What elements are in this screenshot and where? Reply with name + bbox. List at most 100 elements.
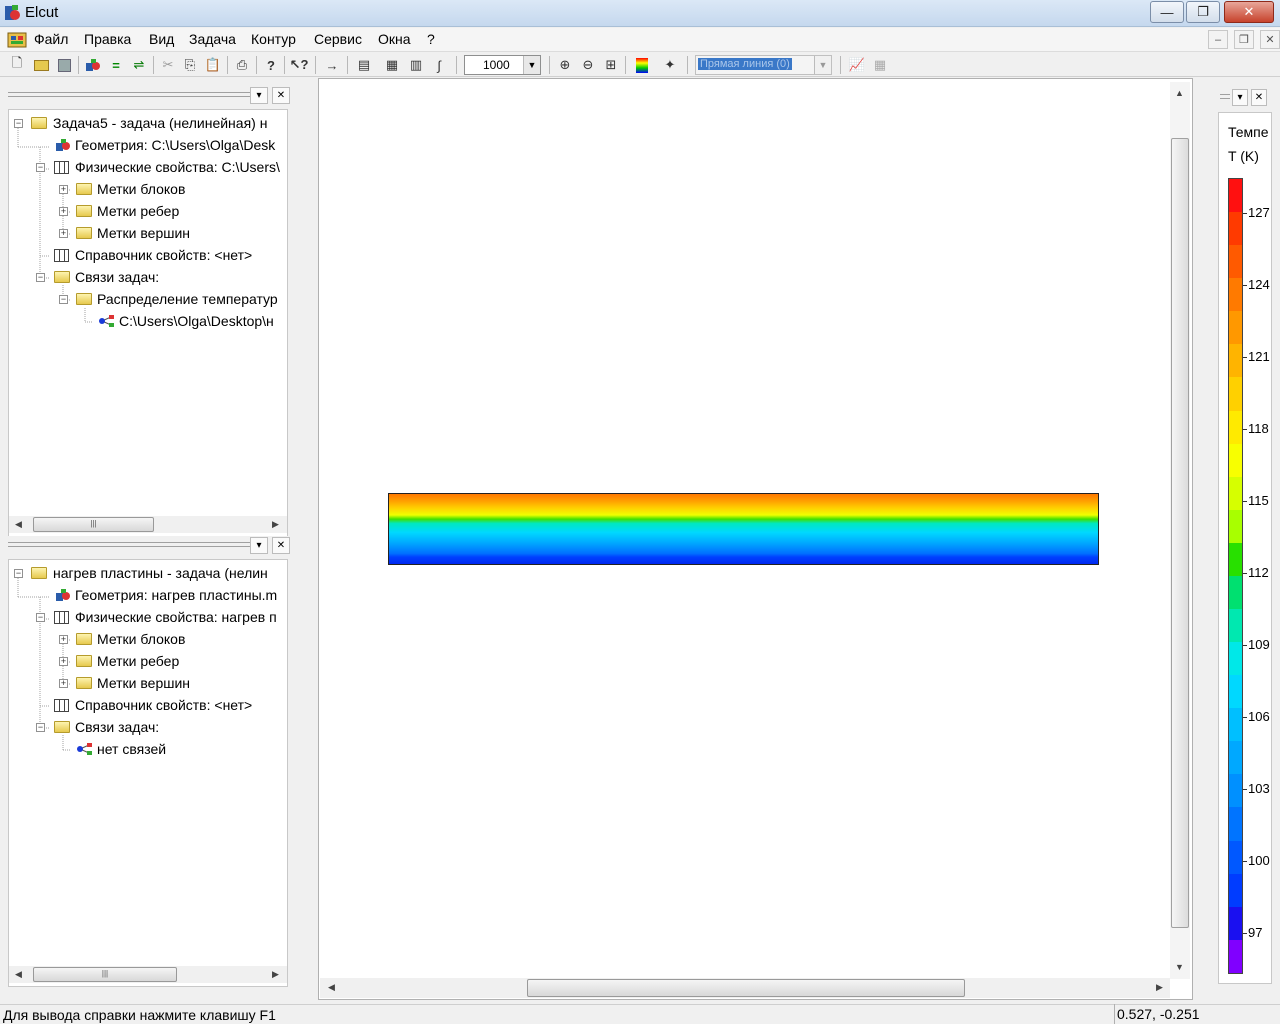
- vertical-scrollbar[interactable]: ▲ ▼: [1170, 82, 1190, 979]
- menu-file[interactable]: Файл: [34, 31, 68, 47]
- scrollbar-thumb[interactable]: |||: [33, 517, 154, 532]
- scroll-up-icon[interactable]: ▲: [1175, 88, 1184, 98]
- chart-icon[interactable]: 📈: [848, 56, 866, 74]
- save-icon[interactable]: [55, 56, 73, 74]
- tree-temp-distribution-item[interactable]: Распределение температур: [97, 288, 289, 310]
- table-icon[interactable]: ▦: [383, 56, 401, 74]
- tree-block-labels-item[interactable]: Метки блоков: [97, 178, 185, 200]
- elcut-app-icon[interactable]: [2, 3, 22, 23]
- tree-collapse-icon[interactable]: −: [36, 273, 45, 282]
- tree-expand-icon[interactable]: +: [59, 635, 68, 644]
- paste-icon[interactable]: 📋: [204, 56, 222, 74]
- tree-geometry-item[interactable]: Геометрия: C:\Users\Olga\Desk: [75, 134, 289, 156]
- line-type-select[interactable]: Прямая линия (0) ▼: [695, 55, 832, 75]
- zoom-fit-icon[interactable]: ⊞: [602, 56, 620, 74]
- menu-help[interactable]: ?: [427, 31, 435, 47]
- context-help-icon[interactable]: ↖?: [290, 56, 309, 74]
- tree-expand-icon[interactable]: +: [59, 657, 68, 666]
- tree-links-item[interactable]: Связи задач:: [75, 266, 159, 288]
- legend-close-button[interactable]: ✕: [1251, 89, 1267, 106]
- tree-vertex-labels-item[interactable]: Метки вершин: [97, 222, 190, 244]
- new-plot-icon[interactable]: ✦: [661, 56, 679, 74]
- scroll-left-icon[interactable]: ◀: [15, 519, 22, 530]
- legend-menu-button[interactable]: ▾: [1232, 89, 1248, 106]
- scroll-right-icon[interactable]: ▶: [272, 969, 279, 980]
- tree-edge-labels-item[interactable]: Метки ребер: [97, 650, 179, 672]
- tree-collapse-icon[interactable]: −: [36, 163, 45, 172]
- new-file-icon[interactable]: 🗋: [8, 55, 26, 74]
- tree-physics-item[interactable]: Физические свойства: C:\Users\: [75, 156, 289, 178]
- window-layout-icon[interactable]: ▤: [355, 56, 373, 74]
- tree-edge-labels-item[interactable]: Метки ребер: [97, 200, 179, 222]
- tree-expand-icon[interactable]: +: [59, 229, 68, 238]
- tree-library-item[interactable]: Справочник свойств: <нет>: [75, 694, 252, 716]
- chevron-down-icon[interactable]: ▼: [814, 56, 831, 74]
- scroll-right-icon[interactable]: ▶: [1156, 982, 1163, 993]
- menu-windows[interactable]: Окна: [378, 31, 411, 47]
- arrow-right-icon[interactable]: →: [323, 56, 341, 74]
- tree-root-item[interactable]: Задача5 - задача (нелинейная) н: [53, 112, 289, 134]
- tree-physics-item[interactable]: Физические свойства: нагрев п: [75, 606, 289, 628]
- canvas-horizontal-scrollbar[interactable]: ◀ ▶: [320, 978, 1170, 998]
- connect-icon[interactable]: ⇌: [130, 56, 148, 74]
- scrollbar-thumb[interactable]: [1171, 138, 1189, 928]
- chevron-down-icon[interactable]: ▼: [523, 56, 540, 74]
- scrollbar-thumb[interactable]: |||: [33, 967, 177, 982]
- scrollbar-thumb[interactable]: [527, 979, 965, 997]
- tree-block-labels-item[interactable]: Метки блоков: [97, 628, 185, 650]
- panel-grip[interactable]: [1220, 94, 1230, 99]
- zoom-select[interactable]: 1000 ▼: [464, 55, 541, 75]
- panel-grip[interactable]: [8, 542, 250, 547]
- tree-root-item[interactable]: нагрев пластины - задача (нелин: [53, 562, 289, 584]
- tree-library-item[interactable]: Справочник свойств: <нет>: [75, 244, 252, 266]
- tree-collapse-icon[interactable]: −: [36, 723, 45, 732]
- panel1-menu-button[interactable]: ▾: [250, 87, 268, 104]
- help-icon[interactable]: ?: [262, 56, 280, 74]
- scroll-left-icon[interactable]: ◀: [328, 982, 335, 993]
- scroll-right-icon[interactable]: ▶: [272, 519, 279, 530]
- tree-collapse-icon[interactable]: −: [14, 569, 23, 578]
- cut-icon[interactable]: ✂: [159, 56, 177, 74]
- horizontal-scrollbar[interactable]: ◀ ||| ▶: [9, 516, 287, 533]
- copy-icon[interactable]: ⎘: [181, 56, 199, 74]
- menu-problem[interactable]: Задача: [189, 31, 236, 47]
- color-map-icon[interactable]: [633, 56, 651, 74]
- tree-collapse-icon[interactable]: −: [14, 119, 23, 128]
- panel2-close-button[interactable]: ✕: [272, 537, 290, 554]
- report-icon[interactable]: ▥: [407, 56, 425, 74]
- close-button[interactable]: ✕: [1224, 1, 1274, 23]
- zoom-in-icon[interactable]: ⊕: [556, 56, 574, 74]
- physics-icon[interactable]: =: [107, 56, 125, 74]
- temperature-field-plate[interactable]: [388, 493, 1099, 565]
- scroll-left-icon[interactable]: ◀: [15, 969, 22, 980]
- mdi-restore-button[interactable]: ❐: [1234, 30, 1254, 49]
- grid-table-icon[interactable]: ▦: [871, 56, 889, 74]
- open-folder-icon[interactable]: [32, 56, 50, 74]
- tree-expand-icon[interactable]: +: [59, 679, 68, 688]
- panel1-close-button[interactable]: ✕: [272, 87, 290, 104]
- print-icon[interactable]: ⎙: [233, 56, 251, 74]
- tree-expand-icon[interactable]: +: [59, 207, 68, 216]
- scroll-down-icon[interactable]: ▼: [1175, 962, 1184, 972]
- zoom-out-icon[interactable]: ⊖: [579, 56, 597, 74]
- tree-links-item[interactable]: Связи задач:: [75, 716, 159, 738]
- geometry-icon[interactable]: [84, 56, 102, 74]
- panel-grip[interactable]: [8, 92, 250, 97]
- mdi-minimize-button[interactable]: –: [1208, 30, 1228, 49]
- tree-link-path-item[interactable]: C:\Users\Olga\Desktop\н: [119, 310, 289, 332]
- maximize-button[interactable]: ❐: [1186, 1, 1220, 23]
- menu-edit[interactable]: Правка: [84, 31, 131, 47]
- mdi-close-button[interactable]: ✕: [1260, 30, 1280, 49]
- integral-icon[interactable]: ∫: [430, 56, 448, 74]
- panel2-menu-button[interactable]: ▾: [250, 537, 268, 554]
- menu-service[interactable]: Сервис: [314, 31, 362, 47]
- menu-contour[interactable]: Контур: [251, 31, 296, 47]
- tree-expand-icon[interactable]: +: [59, 185, 68, 194]
- minimize-button[interactable]: —: [1150, 1, 1184, 23]
- tree-collapse-icon[interactable]: −: [36, 613, 45, 622]
- tree-vertex-labels-item[interactable]: Метки вершин: [97, 672, 190, 694]
- horizontal-scrollbar[interactable]: ◀ ||| ▶: [9, 966, 287, 983]
- tree-collapse-icon[interactable]: −: [59, 295, 68, 304]
- tree-no-links-item[interactable]: нет связей: [97, 738, 166, 760]
- tree-geometry-item[interactable]: Геометрия: нагрев пластины.m: [75, 584, 289, 606]
